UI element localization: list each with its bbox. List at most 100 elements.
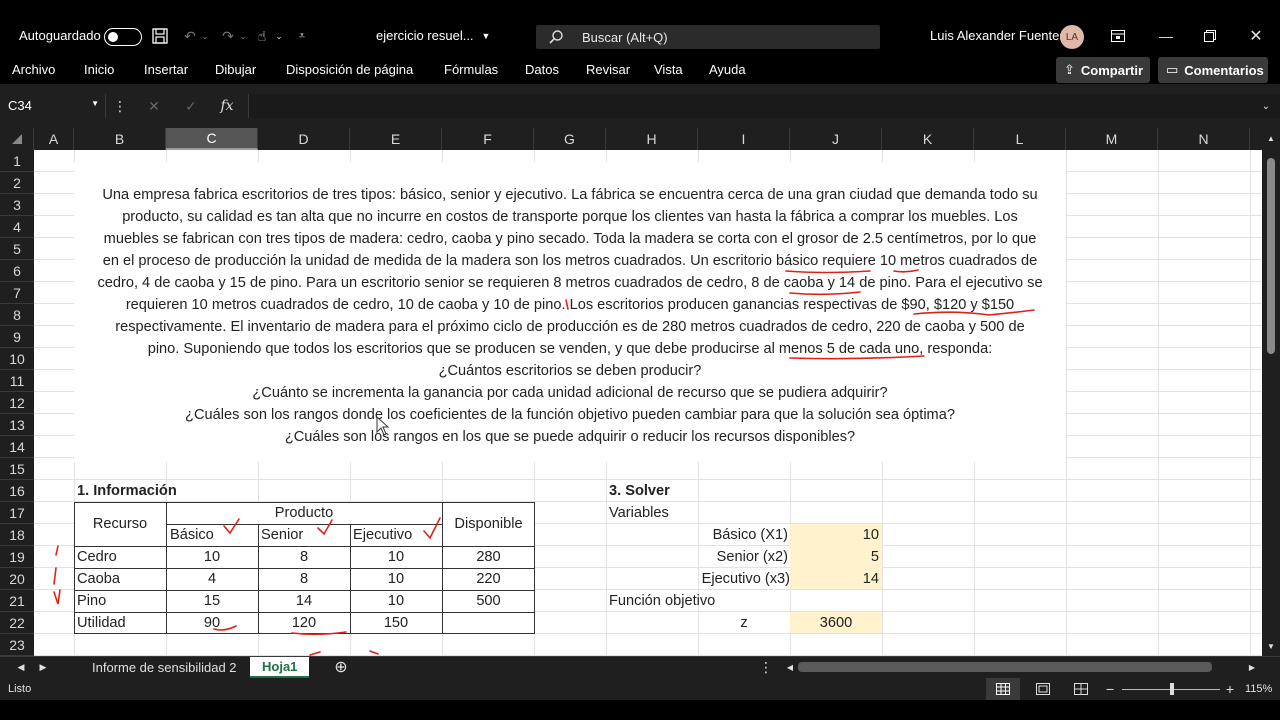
column-header-g[interactable]: G [534, 128, 606, 150]
row-header[interactable]: 13 [0, 414, 34, 436]
row-header[interactable]: 17 [0, 502, 34, 524]
tab-datos[interactable]: Datos [525, 62, 559, 77]
page-layout-view-icon[interactable] [1034, 681, 1052, 697]
select-all-corner[interactable] [0, 128, 34, 150]
sheet-tab-hoja1[interactable]: Hoja1 [250, 657, 310, 678]
ribbon-display-icon[interactable] [1108, 26, 1128, 46]
status-mode: Listo [8, 683, 32, 695]
worksheet-grid[interactable]: Una empresa fabrica escritorios de tres … [34, 150, 1262, 656]
row-header[interactable]: 7 [0, 282, 34, 304]
touch-mode-icon[interactable]: ☝ [252, 26, 272, 46]
redo-dropdown-icon[interactable]: ⌄ [238, 26, 248, 46]
row-header[interactable]: 2 [0, 172, 34, 194]
row-header[interactable]: 1 [0, 150, 34, 172]
column-header-a[interactable]: A [34, 128, 74, 150]
undo-dropdown-icon[interactable]: ⌄ [200, 26, 210, 46]
zoom-slider-handle[interactable] [1170, 683, 1174, 695]
scroll-right-icon[interactable]: ▶ [1246, 659, 1258, 675]
row-header[interactable]: 12 [0, 392, 34, 414]
row-header[interactable]: 22 [0, 612, 34, 634]
minimize-icon[interactable]: — [1156, 26, 1176, 46]
share-button[interactable]: ⇪ Compartir [1056, 57, 1150, 83]
zoom-in-icon[interactable]: + [1224, 681, 1236, 697]
page-break-view-icon[interactable] [1072, 681, 1090, 697]
close-icon[interactable]: ✕ [1246, 26, 1266, 46]
search-box[interactable]: Buscar (Alt+Q) [536, 25, 880, 49]
zoom-out-icon[interactable]: − [1104, 681, 1116, 697]
row-header[interactable]: 23 [0, 634, 34, 656]
customize-toolbar-icon[interactable]: ⩡ [294, 26, 310, 46]
column-header-k[interactable]: K [882, 128, 974, 150]
row-header[interactable]: 18 [0, 524, 34, 546]
enter-icon[interactable]: ✓ [182, 96, 200, 116]
normal-view-button[interactable] [986, 678, 1020, 700]
horizontal-scroll-thumb[interactable] [798, 662, 1212, 672]
ink-annotations [53, 269, 1035, 656]
column-header-d[interactable]: D [258, 128, 350, 150]
avatar[interactable]: LA [1060, 25, 1084, 49]
redo-icon[interactable]: ↷ [218, 26, 238, 46]
tab-archivo[interactable]: Archivo [12, 62, 55, 77]
row-header[interactable]: 21 [0, 590, 34, 612]
next-sheet-icon[interactable]: ▶ [36, 659, 50, 675]
tab-revisar[interactable]: Revisar [586, 62, 630, 77]
formula-input[interactable] [248, 94, 1280, 118]
tab-inicio[interactable]: Inicio [84, 62, 114, 77]
zoom-level[interactable]: 115% [1245, 683, 1272, 695]
name-box[interactable]: C34 ▼ [0, 94, 106, 118]
column-header-f[interactable]: F [442, 128, 534, 150]
tab-formulas[interactable]: Fórmulas [444, 62, 498, 77]
row-header[interactable]: 9 [0, 326, 34, 348]
more-options-icon[interactable]: ⋮ [112, 96, 128, 116]
comments-button[interactable]: ▭ Comentarios [1158, 57, 1268, 83]
row-header[interactable]: 3 [0, 194, 34, 216]
column-header-l[interactable]: L [974, 128, 1066, 150]
vertical-scrollbar[interactable]: ▲ ▼ [1262, 128, 1280, 656]
row-header[interactable]: 8 [0, 304, 34, 326]
search-placeholder: Buscar (Alt+Q) [582, 29, 668, 45]
autosave-toggle[interactable] [104, 28, 142, 46]
row-header[interactable]: 14 [0, 436, 34, 458]
row-header[interactable]: 4 [0, 216, 34, 238]
column-header-n[interactable]: N [1158, 128, 1250, 150]
restore-icon[interactable] [1200, 26, 1220, 46]
file-title[interactable]: ejercicio resuel... ▼ [376, 28, 490, 43]
insert-function-icon[interactable]: fx [218, 96, 236, 116]
row-header[interactable]: 16 [0, 480, 34, 502]
tab-vista[interactable]: Vista [654, 62, 683, 77]
row-header[interactable]: 5 [0, 238, 34, 260]
row-header[interactable]: 10 [0, 348, 34, 370]
scroll-left-icon[interactable]: ◀ [784, 659, 796, 675]
sheet-tab-sensibilidad[interactable]: Informe de sensibilidad 2 [80, 657, 249, 678]
add-sheet-icon[interactable]: ⊕ [332, 658, 350, 676]
column-header-b[interactable]: B [74, 128, 166, 150]
row-header[interactable]: 19 [0, 546, 34, 568]
column-header-c[interactable]: C [166, 128, 258, 150]
tab-dibujar[interactable]: Dibujar [215, 62, 256, 77]
row-header[interactable]: 11 [0, 370, 34, 392]
touch-dropdown-icon[interactable]: ⌄ [274, 26, 284, 46]
column-header-e[interactable]: E [350, 128, 442, 150]
vertical-scroll-thumb[interactable] [1267, 158, 1275, 354]
scroll-up-icon[interactable]: ▲ [1265, 132, 1277, 144]
column-headers: A B C D E F G H I J K L M N [0, 128, 1280, 150]
save-icon[interactable] [150, 26, 170, 46]
row-header[interactable]: 20 [0, 568, 34, 590]
mouse-cursor-icon [376, 416, 390, 436]
column-header-m[interactable]: M [1066, 128, 1158, 150]
tab-disposicion[interactable]: Disposición de página [286, 62, 413, 77]
prev-sheet-icon[interactable]: ◀ [14, 659, 28, 675]
column-header-h[interactable]: H [606, 128, 698, 150]
row-header[interactable]: 15 [0, 458, 34, 480]
cancel-icon[interactable]: ✕ [145, 96, 163, 116]
undo-icon[interactable]: ↶ [180, 26, 200, 46]
column-header-j[interactable]: J [790, 128, 882, 150]
tab-split-handle-icon[interactable]: ⋮ [759, 658, 773, 676]
column-header-i[interactable]: I [698, 128, 790, 150]
row-header[interactable]: 6 [0, 260, 34, 282]
name-box-dropdown-icon[interactable]: ▼ [91, 99, 99, 108]
expand-formula-icon[interactable]: ⌄ [1258, 96, 1274, 116]
tab-ayuda[interactable]: Ayuda [709, 62, 746, 77]
scroll-down-icon[interactable]: ▼ [1265, 640, 1277, 652]
tab-insertar[interactable]: Insertar [144, 62, 188, 77]
